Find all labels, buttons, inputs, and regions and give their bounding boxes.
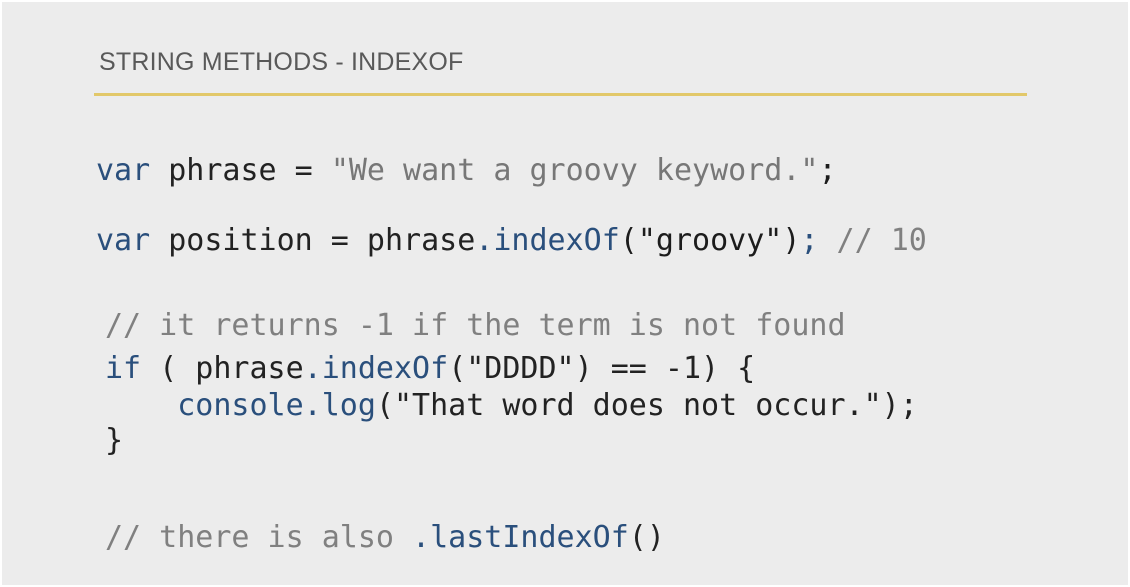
code-comment: // 10 — [818, 223, 927, 258]
keyword-var: var — [96, 223, 151, 258]
semicolon: ; — [818, 153, 837, 188]
slide-title: STRING METHODS - INDEXOF — [99, 48, 464, 76]
code-line-6: } — [105, 423, 123, 459]
closing-brace: } — [105, 423, 124, 458]
code-text: ("DDDD") == -1) { — [448, 351, 756, 386]
code-line-2: var position = phrase.indexOf("groovy");… — [96, 223, 927, 259]
code-comment: // it returns -1 if the term is not foun… — [105, 308, 846, 343]
semicolon: ; — [800, 223, 819, 258]
method-name: .indexOf — [475, 223, 620, 258]
method-name: .indexOf — [303, 351, 449, 386]
code-text: phrase = — [150, 153, 331, 188]
string-literal: "We want a groovy keyword." — [330, 153, 819, 188]
slide: STRING METHODS - INDEXOF var phrase = "W… — [2, 2, 1128, 585]
method-args: ("groovy") — [619, 223, 801, 258]
code-text: ( phrase — [141, 351, 304, 386]
code-comment: // there is also — [105, 520, 413, 555]
keyword-if: if — [105, 351, 142, 386]
code-line-7: // there is also .lastIndexOf() — [105, 520, 665, 556]
code-line-5: console.log("That word does not occur.")… — [105, 388, 918, 424]
keyword-var: var — [96, 153, 151, 188]
code-line-1: var phrase = "We want a groovy keyword."… — [96, 153, 837, 189]
title-divider — [94, 93, 1027, 96]
method-name: .lastIndexOf — [412, 520, 629, 555]
code-text: ("That word does not occur."); — [375, 388, 918, 423]
code-line-3: // it returns -1 if the term is not foun… — [105, 308, 846, 344]
code-line-4: if ( phrase.indexOf("DDDD") == -1) { — [105, 351, 755, 387]
code-text: position = phrase — [150, 223, 476, 258]
method-name: console.log — [177, 388, 376, 423]
code-text: () — [628, 520, 665, 555]
